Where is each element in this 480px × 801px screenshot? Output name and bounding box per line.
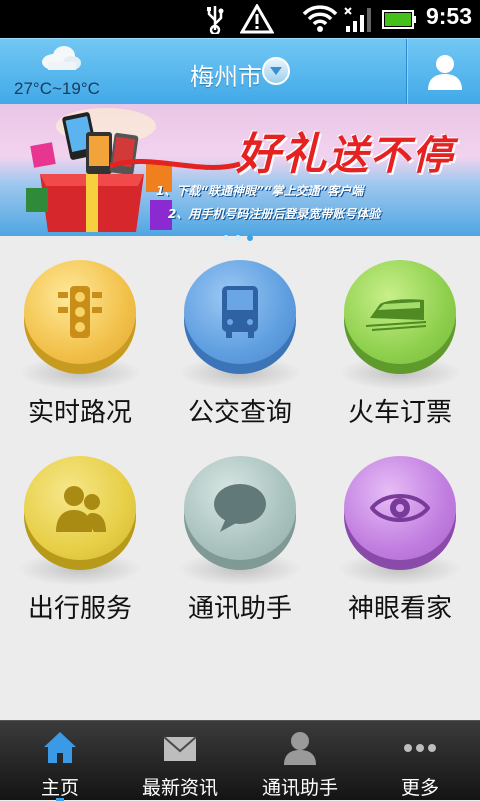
- tile-travel-service[interactable]: 出行服务: [0, 432, 160, 628]
- tab-news[interactable]: 最新资讯: [120, 721, 240, 801]
- contact-icon: [284, 732, 316, 765]
- chat-bubble-icon: [214, 484, 266, 532]
- tile-label: 公交查询: [187, 398, 292, 428]
- weather-widget[interactable]: 27°C~19°C: [0, 39, 118, 105]
- battery-icon: [382, 10, 416, 29]
- tile-home-watch[interactable]: 神眼看家: [320, 432, 480, 628]
- tile-disc: [18, 456, 142, 586]
- traffic-light-icon: [58, 286, 102, 338]
- tab-label: 更多: [400, 777, 439, 799]
- tile-label: 火车订票: [347, 398, 452, 428]
- feature-grid: 实时路况 公交查询 火车订票 出行服务 通讯助手 神眼看家: [0, 236, 480, 720]
- tab-label: 主页: [40, 777, 79, 799]
- tab-home[interactable]: 主页: [0, 721, 120, 801]
- bottom-tab-bar: 主页 最新资讯 通讯助手 更多: [0, 720, 480, 801]
- wifi-icon: [302, 5, 338, 32]
- tab-label: 通讯助手: [261, 777, 338, 799]
- tile-bus[interactable]: 公交查询: [160, 236, 320, 432]
- banner-line-2: 2、用手机号码注册后登录宽带账号体验: [168, 207, 381, 221]
- mail-icon: [163, 736, 197, 761]
- signal-icon: [344, 7, 371, 32]
- tile-disc: [338, 260, 462, 390]
- tile-communication[interactable]: 通讯助手: [160, 432, 320, 628]
- tile-disc: [178, 456, 302, 586]
- banner-line-1: 1、下载“联通神眼”“掌上交通”客户端: [156, 184, 364, 198]
- city-selector[interactable]: 梅州市: [190, 57, 262, 92]
- tile-disc: [338, 456, 462, 586]
- warning-icon: [240, 4, 274, 34]
- usb-icon: [207, 6, 224, 34]
- tile-label: 实时路况: [27, 398, 132, 428]
- home-icon: [44, 732, 76, 763]
- tile-disc: [18, 260, 142, 390]
- user-button[interactable]: [406, 39, 480, 105]
- user-icon: [428, 55, 462, 90]
- status-bar: 9:53: [0, 0, 480, 38]
- promo-banner[interactable]: 好礼送不停 1、下载“联通神眼”“掌上交通”客户端 2、用手机号码注册后登录宽带…: [0, 104, 480, 236]
- tab-more[interactable]: 更多: [360, 721, 480, 801]
- tile-label: 通讯助手: [187, 594, 292, 624]
- tab-communication[interactable]: 通讯助手: [240, 721, 360, 801]
- more-icon: [404, 744, 436, 752]
- cloud-icon: [42, 46, 81, 70]
- header: 27°C~19°C 梅州市: [0, 38, 480, 105]
- status-time: 9:53: [425, 3, 472, 29]
- chevron-down-icon[interactable]: [262, 57, 290, 85]
- tile-label: 出行服务: [27, 594, 132, 624]
- tab-label: 最新资讯: [141, 777, 218, 799]
- people-icon: [56, 486, 106, 532]
- tile-label: 神眼看家: [347, 594, 452, 624]
- eye-icon: [370, 494, 430, 522]
- tile-train[interactable]: 火车订票: [320, 236, 480, 432]
- tile-disc: [178, 260, 302, 390]
- tile-traffic[interactable]: 实时路况: [0, 236, 160, 432]
- train-icon: [366, 299, 426, 331]
- banner-ribbon: [110, 158, 241, 170]
- temperature-text: 27°C~19°C: [14, 79, 100, 98]
- bus-icon: [222, 286, 258, 338]
